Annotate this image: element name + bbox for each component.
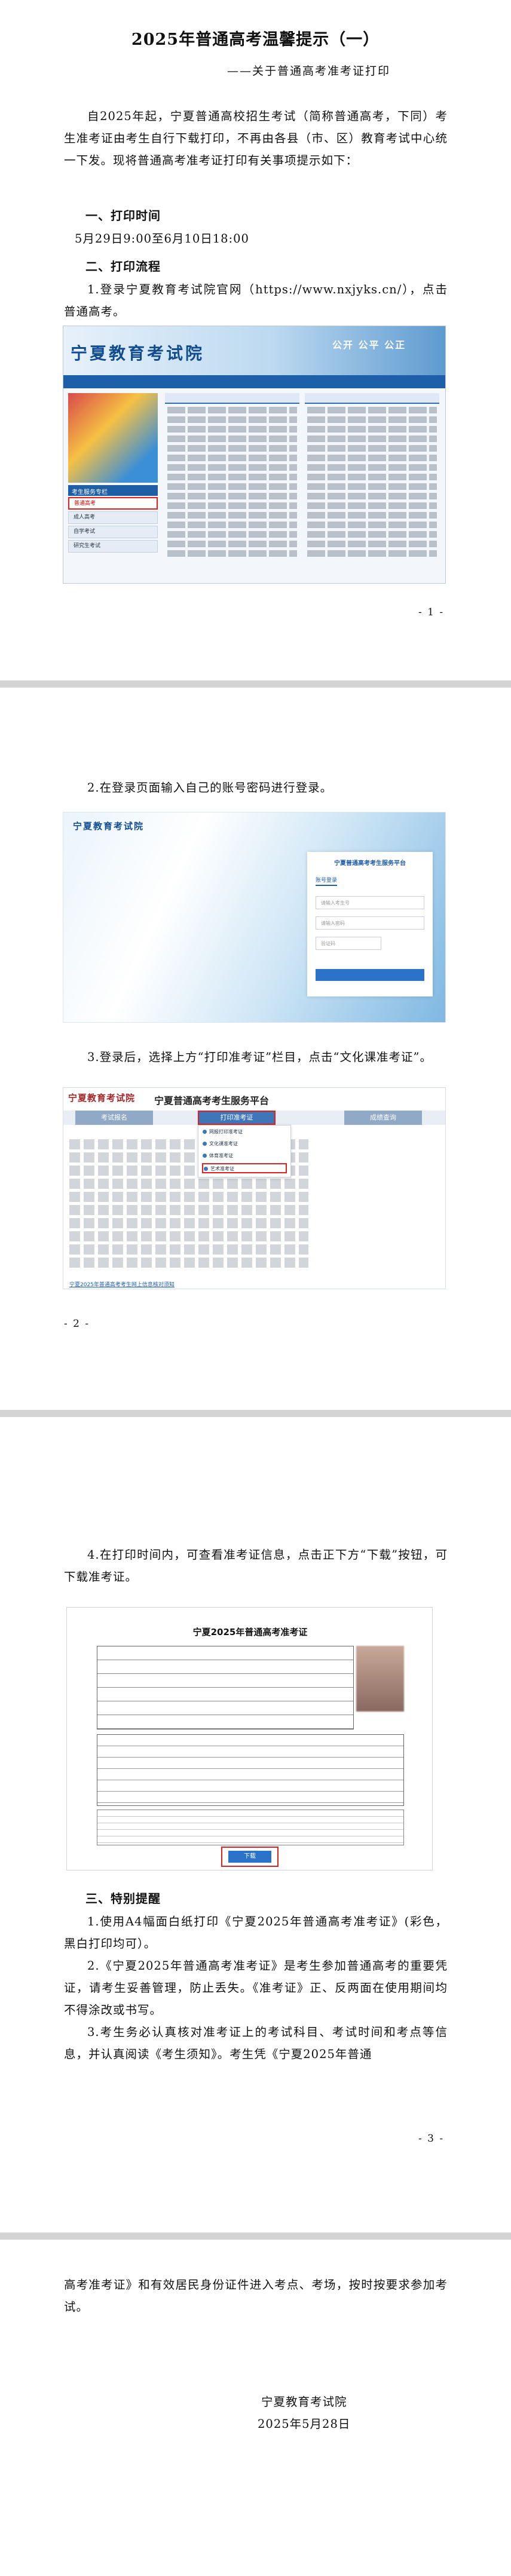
issuing-organization: 宁夏教育考试院: [261, 2395, 347, 2409]
issue-date: 2025年5月28日: [258, 2417, 351, 2431]
menu-item-culture-ticket[interactable]: 文化课准考证: [202, 1139, 287, 1149]
page-4: 高考准考证》和有效居民身份证件进入考点、考场，按时按要求参加考试。 宁夏教育考试…: [0, 2240, 511, 2576]
menu-item-sports-ticket[interactable]: 体育准考证: [202, 1151, 287, 1161]
download-highlight: 下载: [221, 1847, 279, 1867]
heading-print-time: 一、打印时间: [85, 208, 161, 223]
step-score-query[interactable]: 成绩查询: [344, 1111, 422, 1125]
document-subtitle: ——关于普通高考准考证打印: [227, 65, 391, 78]
step-print-ticket[interactable]: 打印准考证: [198, 1111, 276, 1125]
portal-screenshot: 宁夏教育考试院 宁夏普通高考考生服务平台 考试报名 打印准考证 成绩查询 网报打…: [63, 1087, 446, 1289]
heading-print-process: 二、打印流程: [85, 259, 161, 274]
step-4-text: 4.在打印时间内，可查看准考证信息，点击正下方“下载”按钮，可下载准考证。: [64, 1548, 448, 1584]
login-screenshot: 宁夏教育考试院 宁夏普通高考考生服务平台 账号登录 请输入考生号 请输入密码 验…: [63, 812, 446, 1023]
reminder-1-text: 1.使用A4幅面白纸打印《宁夏2025年普通高考准考证》(彩色，黑白打印均可）。: [64, 1915, 448, 1951]
website-logo: 宁夏教育考试院: [71, 344, 205, 363]
news-column-2: [305, 393, 439, 576]
intro-paragraph: 自2025年起，宁夏普通高校招生考试（简称普通高考，下同）考生准考证由考生自行下…: [64, 109, 448, 167]
download-button[interactable]: 下载: [228, 1851, 271, 1863]
captcha-field[interactable]: 验证码: [316, 937, 381, 950]
side-panel-title: 考生服务专栏: [68, 485, 158, 496]
portal-logo: 宁夏教育考试院: [68, 1093, 136, 1103]
side-item-general-exam[interactable]: 普通高考: [68, 497, 158, 510]
step-3-text: 3.登录后，选择上方“打印准考证”栏目，点击“文化课准考证”。: [87, 1050, 432, 1064]
portal-title: 宁夏普通高考考生服务平台: [154, 1095, 270, 1106]
portal-header: 宁夏教育考试院 宁夏普通高考考生服务平台: [63, 1088, 445, 1108]
website-banner: 宁夏教育考试院 公开 公平 公正: [63, 326, 445, 375]
side-panel: 普通高考 成人高考 自学考试 研究生考试: [68, 497, 158, 554]
reminder-2-text: 2.《宁夏2025年普通高考准考证》是考生参加普通高考的重要凭证，请考生妥善管理…: [64, 1959, 448, 2017]
side-item-adult-exam[interactable]: 成人高考: [68, 511, 158, 524]
heading-special-reminder: 三、特别提醒: [85, 1891, 161, 1906]
step-1-text: 1.登录宁夏教育考试院官网（https://www.nxjyks.cn/），点击…: [64, 283, 448, 318]
candidate-photo: [356, 1646, 404, 1712]
page-number: - 3 -: [418, 2133, 445, 2145]
website-slogan: 公开 公平 公正: [332, 339, 406, 351]
step-2-text: 2.在登录页面输入自己的账号密码进行登录。: [87, 781, 333, 795]
page-number: - 2 -: [64, 1318, 90, 1330]
page-3: 4.在打印时间内，可查看准考证信息，点击正下方“下载”按钮，可下载准考证。 宁夏…: [0, 1417, 511, 2232]
side-item-graduate[interactable]: 研究生考试: [68, 540, 158, 553]
username-field[interactable]: 请输入考生号: [316, 896, 424, 909]
website-screenshot: 宁夏教育考试院 公开 公平 公正 考生服务专栏 普通高考 成人高考 自学考试 研…: [63, 326, 446, 584]
login-button[interactable]: [316, 969, 424, 981]
ticket-screenshot: 宁夏2025年普通高考准考证 下载: [66, 1607, 433, 1870]
exam-notes: [97, 1810, 404, 1845]
menu-item-art-ticket[interactable]: 艺术准考证: [202, 1163, 287, 1173]
reminder-3-text: 3.考生务必认真核对准考证上的考试科目、考试时间和考点等信息，并认真阅读《考生须…: [64, 2025, 448, 2061]
step-registration[interactable]: 考试报名: [75, 1111, 153, 1125]
reminder-3-continued: 高考准考证》和有效居民身份证件进入考点、考场，按时按要求参加考试。: [64, 2278, 448, 2314]
website-promo-image: [68, 393, 158, 483]
info-check-link[interactable]: 宁夏2025年普通高考考生网上信息核对须知: [69, 1280, 175, 1288]
website-nav-bar: [63, 375, 445, 388]
ticket-info-table: [97, 1646, 354, 1729]
page-2: 2.在登录页面输入自己的账号密码进行登录。 宁夏教育考试院 宁夏普通高考考生服务…: [0, 688, 511, 1410]
exam-schedule-table: [97, 1734, 404, 1806]
login-panel-title: 宁夏普通高考考生服务平台: [334, 860, 406, 867]
page-number: - 1 -: [418, 606, 445, 618]
login-logo: 宁夏教育考试院: [73, 821, 145, 832]
login-panel: 宁夏普通高考考生服务平台 账号登录 请输入考生号 请输入密码 验证码: [307, 852, 433, 996]
side-item-self-study[interactable]: 自学考试: [68, 526, 158, 538]
print-ticket-menu: 网报打印准考证 文化课准考证 体育准考证 艺术准考证: [198, 1125, 291, 1177]
portal-step-bar: 考试报名 打印准考证 成绩查询: [63, 1111, 445, 1125]
tab-account-login[interactable]: 账号登录: [316, 876, 338, 886]
page-1: 2025年普通高考温馨提示（一） ——关于普通高考准考证打印 自2025年起，宁…: [0, 0, 511, 680]
menu-item-online-ticket[interactable]: 网报打印准考证: [202, 1127, 287, 1137]
print-time-text: 5月29日9:00至6月10日18:00: [75, 232, 249, 246]
ticket-title: 宁夏2025年普通高考准考证: [192, 1627, 308, 1637]
password-field[interactable]: 请输入密码: [316, 916, 424, 930]
document-title: 2025年普通高考温馨提示（一）: [131, 30, 380, 49]
news-column-1: [165, 393, 299, 576]
